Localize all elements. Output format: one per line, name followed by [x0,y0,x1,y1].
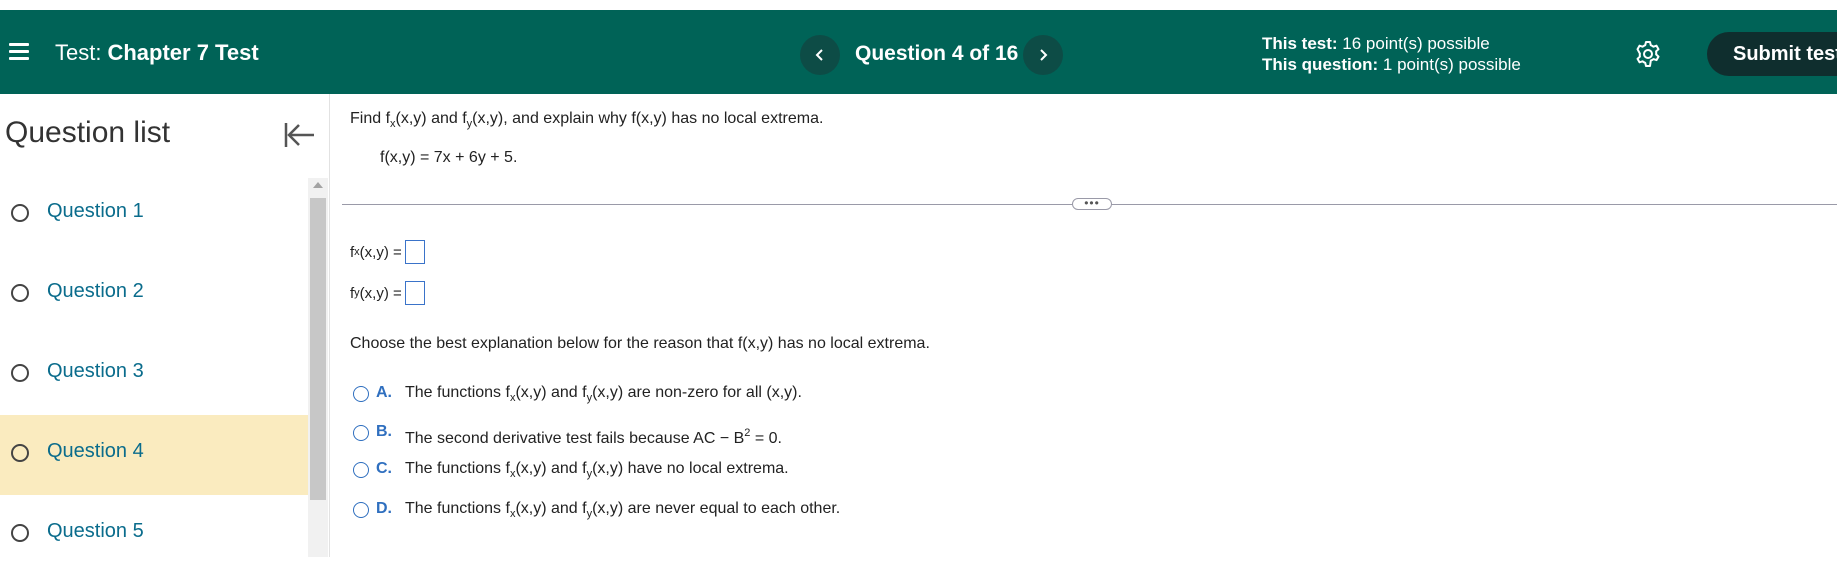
option-letter: A. [376,384,392,401]
option-letter: C. [376,460,392,477]
status-circle-icon [11,364,29,382]
question-list-title: Question list [5,116,171,149]
question-list-item[interactable]: Question 2 [0,255,308,335]
chevron-right-icon [1040,49,1048,61]
question-list-item[interactable]: Question 3 [0,335,308,415]
question-counter: Question 4 of 16 [855,42,1019,65]
question-content: Find fx(x,y) and fy(x,y), and explain wh… [330,94,1837,557]
next-question-button[interactable] [1023,35,1063,75]
question-list-item-active[interactable]: Question 4 [0,415,308,495]
option-text: The functions fx(x,y) and fy(x,y) are no… [405,384,802,404]
question-list-item[interactable]: Question 1 [0,175,308,255]
test-points-label: This test: [1262,34,1338,53]
fy-answer-input[interactable] [404,281,425,305]
radio-icon[interactable] [353,425,369,441]
question-list-item[interactable]: Question 5 [0,495,308,575]
question-points-value: 1 point(s) possible [1382,55,1521,74]
option-text: The second derivative test fails because… [405,427,782,447]
option-text: The functions fx(x,y) and fy(x,y) have n… [405,460,789,480]
function-expression: f(x,y) = 7x + 6y + 5. [380,149,518,166]
choose-instruction: Choose the best explanation below for th… [350,335,930,352]
top-strip [0,0,1837,10]
radio-icon[interactable] [353,462,369,478]
question-list-panel: Question list Question 1 Question 2 Ques… [0,94,330,557]
previous-question-button[interactable] [800,35,840,75]
status-circle-icon [11,524,29,542]
collapse-left-icon[interactable] [283,120,317,150]
app-header: Test: Chapter 7 Test Question 4 of 16 Thi… [0,10,1837,94]
option-letter: B. [376,423,392,440]
menu-icon[interactable] [9,43,29,61]
question-prompt: Find fx(x,y) and fy(x,y), and explain wh… [350,110,824,130]
fx-answer-row: f x (x,y) = [350,240,425,264]
option-text: The functions fx(x,y) and fy(x,y) are ne… [405,500,841,520]
chevron-left-icon [815,49,823,61]
radio-icon[interactable] [353,502,369,518]
question-label: Question 1 [47,200,144,222]
divider-handle-icon[interactable]: ••• [1072,197,1112,210]
test-name: Chapter 7 Test [107,40,259,65]
test-title: Test: Chapter 7 Test [55,40,259,66]
fy-answer-row: f y (x,y) = [350,281,425,305]
submit-test-button[interactable]: Submit test [1707,32,1837,76]
fx-answer-input[interactable] [404,240,425,264]
status-circle-icon [11,204,29,222]
radio-icon[interactable] [353,386,369,402]
question-label: Question 4 [47,440,144,462]
gear-icon[interactable] [1634,40,1662,68]
scrollbar-thumb[interactable] [310,198,326,500]
status-circle-icon [11,444,29,462]
status-circle-icon [11,284,29,302]
question-label: Question 5 [47,520,144,542]
question-label: Question 2 [47,280,144,302]
points-info: This test: 16 point(s) possible This que… [1262,33,1521,75]
test-points-value: 16 point(s) possible [1342,34,1490,53]
scroll-up-icon[interactable] [313,182,323,188]
question-label: Question 3 [47,360,144,382]
question-points-label: This question: [1262,55,1379,74]
test-label: Test: [55,40,102,65]
option-letter: D. [376,500,392,517]
